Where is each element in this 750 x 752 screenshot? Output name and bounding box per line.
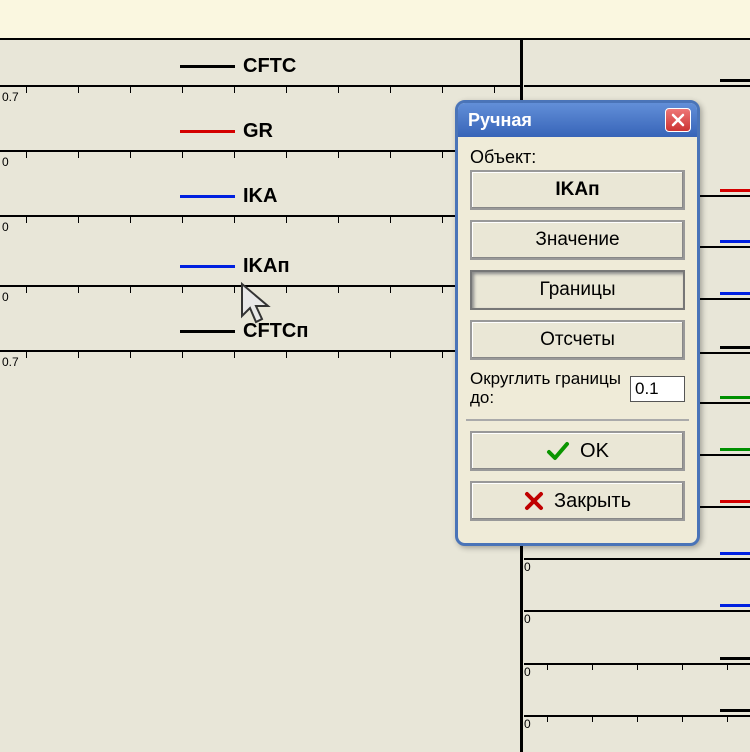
legend-line [720,240,750,243]
axis-value: 0 [2,155,9,169]
dialog-titlebar[interactable]: Ручная [458,103,697,137]
counts-button[interactable]: Отсчеты [470,320,685,360]
axis-value: 0.7 [2,355,19,369]
round-input[interactable] [630,376,685,402]
track-ikap[interactable]: IKAп 0 [0,255,520,295]
track-ika[interactable]: IKA 0 [0,185,520,225]
axis-value: 0 [524,665,531,679]
right-track: 0 [524,715,750,729]
legend-line [180,330,235,333]
axis-value: 0 [2,290,9,304]
legend-line [180,265,235,268]
close-icon [671,113,685,127]
object-button[interactable]: IKAп [470,170,685,210]
round-label: Округлить границы до: [470,370,624,407]
axis-value: 0 [524,612,531,626]
legend-line [720,346,750,349]
legend-line [720,604,750,607]
legend-line [180,195,235,198]
track-gr[interactable]: GR 0 [0,120,520,160]
legend-line [720,448,750,451]
track-ticks [0,215,520,225]
axis-value: 0 [524,560,531,574]
track-label: CFTC [243,55,296,78]
close-dialog-button[interactable]: Закрыть [470,481,685,521]
close-label: Закрыть [554,483,631,519]
dialog-title: Ручная [468,110,532,131]
track-ticks [0,85,520,95]
track-label: IKA [243,185,277,208]
track-ticks [0,285,520,295]
legend-line [720,79,750,82]
track-cftcp[interactable]: CFTCп 0.7 [0,320,520,360]
legend-line [720,189,750,192]
right-track: 0 [524,610,750,624]
legend-line [720,657,750,660]
bounds-button[interactable]: Границы [470,270,685,310]
legend-line [720,552,750,555]
legend-line [720,396,750,399]
ok-label: OK [580,433,609,469]
legend-line [720,709,750,712]
value-button[interactable]: Значение [470,220,685,260]
x-icon [524,491,544,511]
track-label: CFTCп [243,320,308,343]
close-button[interactable] [665,108,691,132]
legend-line [720,292,750,295]
axis-value: 0.7 [2,90,19,104]
ok-button[interactable]: OK [470,431,685,471]
legend-line [180,130,235,133]
manual-dialog: Ручная Объект: IKAп Значение Границы Отс… [455,100,700,546]
track-ticks [0,350,520,360]
right-track: 0 [524,558,750,572]
top-band [0,0,750,40]
check-icon [546,441,570,461]
divider [466,419,689,421]
right-track: 0 [524,663,750,677]
axis-value: 0 [2,220,9,234]
legend-line [180,65,235,68]
track-ticks [0,150,520,160]
object-label: Объект: [470,147,685,168]
track-cftc[interactable]: CFTC 0.7 [0,55,520,95]
track-label: IKAп [243,255,290,278]
track-label: GR [243,120,273,143]
legend-line [720,500,750,503]
axis-value: 0 [524,717,531,731]
right-track [524,85,750,99]
